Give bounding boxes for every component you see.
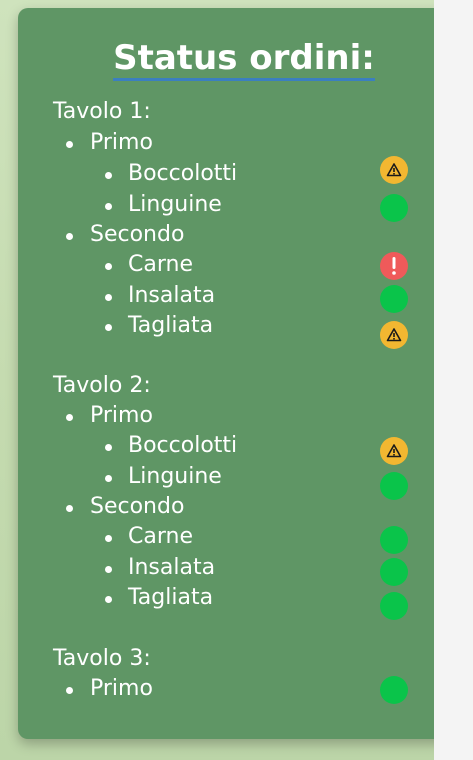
ok-icon	[380, 676, 408, 704]
bullet-icon	[66, 687, 73, 694]
bullet-icon	[66, 414, 73, 421]
warning-icon	[380, 321, 408, 349]
right-gutter	[434, 0, 473, 760]
warning-icon	[380, 156, 408, 184]
bullet-icon	[105, 444, 112, 451]
page-title: Status ordini:	[36, 36, 452, 81]
bullet-icon	[105, 294, 112, 301]
table-1-label: Tavolo 1:	[53, 99, 151, 124]
bullet-icon	[66, 141, 73, 148]
bullet-icon	[105, 566, 112, 573]
table-2-item-carne: Carne	[128, 524, 193, 549]
ok-icon	[380, 558, 408, 586]
bullet-icon	[105, 596, 112, 603]
table-1-item-carne: Carne	[128, 252, 193, 277]
ok-icon	[380, 472, 408, 500]
ok-icon	[380, 194, 408, 222]
bullet-icon	[105, 172, 112, 179]
table-2-item-linguine: Linguine	[128, 464, 222, 489]
table-1-item-linguine: Linguine	[128, 192, 222, 217]
alert-icon	[380, 252, 408, 280]
bullet-icon	[105, 535, 112, 542]
ok-icon	[380, 592, 408, 620]
table-3-course-primo: Primo	[90, 676, 153, 701]
table-1-item-boccolotti: Boccolotti	[128, 161, 238, 186]
table-3-label: Tavolo 3:	[53, 646, 151, 671]
table-1-item-tagliata: Tagliata	[128, 313, 214, 338]
table-2-course-primo: Primo	[90, 403, 153, 428]
table-2-item-boccolotti: Boccolotti	[128, 433, 238, 458]
bullet-icon	[105, 475, 112, 482]
ok-icon	[380, 526, 408, 554]
table-1-course-secondo: Secondo	[90, 222, 185, 247]
table-1-course-primo: Primo	[90, 130, 153, 155]
bullet-icon	[105, 203, 112, 210]
warning-icon	[380, 437, 408, 465]
table-2-item-tagliata: Tagliata	[128, 585, 214, 610]
bullet-icon	[105, 324, 112, 331]
bullet-icon	[66, 505, 73, 512]
bullet-icon	[66, 233, 73, 240]
table-2-item-insalata: Insalata	[128, 555, 216, 580]
bullet-icon	[105, 263, 112, 270]
ok-icon	[380, 285, 408, 313]
table-2-course-secondo: Secondo	[90, 494, 185, 519]
table-1-item-insalata: Insalata	[128, 283, 216, 308]
table-2-label: Tavolo 2:	[53, 373, 151, 398]
